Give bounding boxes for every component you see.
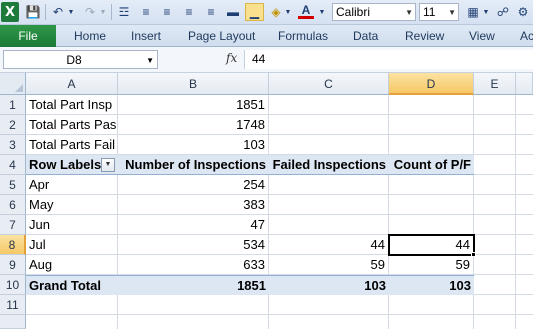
formula-value: 44 — [252, 52, 266, 66]
quick-access-toolbar: X 💾 ↶ ▼ ↷ ▼ ☲ ≡ ≡ ≡ ≡ ▬ ▁ ◈ ▼ A ▼ Calibr… — [0, 0, 533, 25]
fill-handle[interactable] — [471, 252, 476, 257]
column-header-e[interactable]: E — [474, 73, 516, 95]
distributed-icon[interactable]: ▬ — [224, 3, 242, 21]
active-cell-border — [388, 234, 475, 256]
undo-icon[interactable]: ↶ — [49, 3, 67, 21]
cell-b8[interactable]: 534 — [118, 235, 268, 255]
row-header-5[interactable]: 5 — [0, 175, 26, 195]
cell-b4[interactable]: Number of Inspections — [118, 155, 269, 175]
chevron-down-icon[interactable]: ▼ — [146, 56, 154, 65]
tab-home[interactable]: Home — [74, 25, 106, 47]
redo-icon[interactable]: ↷ — [81, 3, 99, 21]
grid-options-dropdown-icon[interactable]: ▼ — [482, 3, 490, 21]
tab-review[interactable]: Review — [405, 25, 444, 47]
worksheet-grid[interactable]: A B C D E 1 2 3 4 5 6 7 8 9 10 11 Total … — [0, 73, 533, 329]
font-name-value: Calibri — [336, 5, 371, 19]
font-size-select[interactable]: 11 ▼ — [419, 3, 459, 21]
cell-a9[interactable]: Aug — [26, 255, 118, 275]
row-header-8[interactable]: 8 — [0, 235, 26, 255]
row-header-4[interactable]: 4 — [0, 155, 26, 175]
cell-d4[interactable]: Count of P/F — [389, 155, 474, 175]
justify-icon[interactable]: ≡ — [202, 3, 220, 21]
row-header-10[interactable]: 10 — [0, 275, 26, 295]
tab-view[interactable]: View — [469, 25, 495, 47]
row-header-1[interactable]: 1 — [0, 95, 26, 115]
cell-a5[interactable]: Apr — [26, 175, 118, 195]
tab-page-layout[interactable]: Page Layout — [188, 25, 255, 47]
chevron-down-icon: ▼ — [448, 8, 456, 17]
fill-color-dropdown-icon[interactable]: ▼ — [284, 3, 292, 21]
row-header-7[interactable]: 7 — [0, 215, 26, 235]
cell-b10[interactable]: 1851 — [118, 275, 269, 295]
cell-b6[interactable]: 383 — [118, 195, 268, 215]
font-color-dropdown-icon[interactable]: ▼ — [318, 3, 326, 21]
tab-insert[interactable]: Insert — [131, 25, 161, 47]
name-box-value: D8 — [66, 53, 82, 67]
name-box[interactable]: D8 ▼ — [3, 50, 158, 69]
cell-b3[interactable]: 103 — [118, 135, 268, 155]
filter-dropdown-icon[interactable]: ▼ — [101, 158, 115, 172]
cell-b1[interactable]: 1851 — [118, 95, 268, 115]
row-header-2[interactable]: 2 — [0, 115, 26, 135]
pivot-row-labels-header: Row Labels — [29, 157, 102, 172]
font-name-select[interactable]: Calibri ▼ — [332, 3, 416, 21]
cell-d10[interactable]: 103 — [389, 275, 474, 295]
format-painter-icon[interactable]: ☲ — [115, 3, 133, 21]
tab-data[interactable]: Data — [353, 25, 378, 47]
row-header-9[interactable]: 9 — [0, 255, 26, 275]
row-header-12[interactable] — [0, 315, 26, 329]
grid-options-icon[interactable]: ▦ — [464, 3, 482, 21]
chevron-down-icon: ▼ — [405, 8, 413, 17]
cell-c8[interactable]: 44 — [269, 235, 388, 255]
select-all-button[interactable] — [0, 73, 26, 95]
formula-bar: D8 ▼ fx 44 — [0, 47, 533, 73]
cell-a8[interactable]: Jul — [26, 235, 118, 255]
column-header-b[interactable]: B — [118, 73, 269, 95]
save-icon[interactable]: 💾 — [25, 3, 41, 21]
formula-bar-controls: fx — [160, 50, 242, 69]
cell-d9[interactable]: 59 — [389, 255, 473, 275]
share-icon[interactable]: ☍ — [494, 3, 512, 21]
column-header-d[interactable]: D — [389, 73, 474, 95]
column-header-a[interactable]: A — [26, 73, 118, 95]
tab-file[interactable]: File — [0, 25, 56, 47]
cell-b2[interactable]: 1748 — [118, 115, 268, 135]
column-header-c[interactable]: C — [269, 73, 389, 95]
row-header-6[interactable]: 6 — [0, 195, 26, 215]
cell-c9[interactable]: 59 — [269, 255, 388, 275]
font-size-value: 11 — [423, 5, 436, 19]
ribbon-tabs: File Home Insert Page Layout Formulas Da… — [0, 25, 533, 47]
gridline — [26, 314, 533, 315]
cell-a6[interactable]: May — [26, 195, 118, 215]
cell-a7[interactable]: Jun — [26, 215, 118, 235]
cell-c4[interactable]: Failed Inspections — [269, 155, 389, 175]
cell-a10[interactable]: Grand Total — [26, 275, 118, 295]
align-left-icon[interactable]: ≡ — [137, 3, 155, 21]
align-right-icon[interactable]: ≡ — [180, 3, 198, 21]
row-header-11[interactable]: 11 — [0, 295, 26, 315]
align-center-icon[interactable]: ≡ — [158, 3, 176, 21]
undo-dropdown-icon[interactable]: ▼ — [67, 3, 75, 21]
excel-logo-icon[interactable]: X — [1, 2, 19, 22]
borders-icon[interactable]: ▁ — [245, 3, 264, 21]
column-header-f[interactable] — [516, 73, 533, 95]
cell-a1[interactable]: Total Part Insp — [26, 95, 118, 115]
redo-dropdown-icon[interactable]: ▼ — [99, 3, 107, 21]
cell-b5[interactable]: 254 — [118, 175, 268, 195]
separator — [45, 4, 46, 20]
separator — [111, 4, 112, 20]
tab-add-ins[interactable]: Ac — [520, 25, 533, 47]
fill-color-icon[interactable]: ◈ — [268, 3, 284, 21]
font-color-icon[interactable]: A — [298, 3, 314, 19]
settings-icon[interactable]: ⚙ — [514, 3, 532, 21]
insert-function-icon[interactable]: fx — [226, 51, 237, 65]
cell-a2[interactable]: Total Parts Pas — [26, 115, 118, 135]
cell-c10[interactable]: 103 — [269, 275, 389, 295]
cell-b9[interactable]: 633 — [118, 255, 268, 275]
formula-input[interactable]: 44 — [244, 50, 533, 69]
tab-formulas[interactable]: Formulas — [278, 25, 328, 47]
cell-a3[interactable]: Total Parts Fail — [26, 135, 118, 155]
cell-b7[interactable]: 47 — [118, 215, 268, 235]
row-header-3[interactable]: 3 — [0, 135, 26, 155]
